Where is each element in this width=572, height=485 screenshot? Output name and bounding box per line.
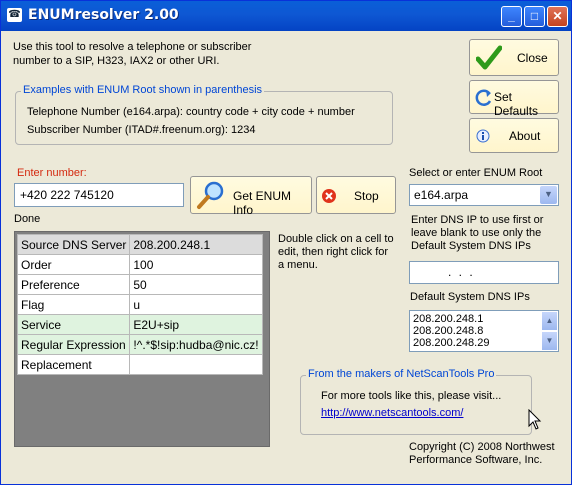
website-link[interactable]: http://www.netscantools.com/ (321, 407, 463, 419)
field-cell[interactable]: Service (16, 314, 131, 335)
checkmark-icon (476, 45, 502, 70)
value-cell[interactable]: 100 (129, 254, 263, 275)
table-row[interactable]: Order 100 (16, 254, 263, 275)
scroll-down-icon[interactable]: ▼ (542, 332, 557, 350)
maximize-button[interactable]: □ (524, 6, 545, 27)
value-cell[interactable]: 50 (129, 274, 263, 295)
stop-label: Stop (354, 189, 379, 203)
field-cell[interactable]: Replacement (16, 354, 131, 375)
makers-title: From the makers of NetScanTools Pro (306, 368, 497, 380)
example-line-2: Subscriber Number (ITAD#.freenum.org): 1… (27, 124, 256, 136)
list-item[interactable]: 208.200.248.8 (413, 325, 555, 337)
magnifier-icon (197, 181, 224, 209)
close-button[interactable]: Close (469, 39, 559, 76)
copyright-text: Copyright (C) 2008 Northwest Performance… (409, 441, 555, 466)
dns-instruction: Enter DNS IP to use first or leave blank… (411, 214, 544, 252)
makers-group (300, 375, 532, 435)
window-close-button[interactable]: ✕ (547, 6, 568, 27)
examples-title: Examples with ENUM Root shown in parenth… (21, 84, 265, 96)
field-cell[interactable]: Preference (16, 274, 131, 295)
enum-root-select[interactable]: e164.arpa ▼ (409, 184, 559, 206)
get-enum-info-button[interactable]: Get ENUM Info (190, 176, 312, 217)
examples-group (15, 91, 393, 145)
title-bar[interactable]: ☎ ENUMresolver 2.00 _ □ ✕ (1, 1, 571, 31)
minimize-button[interactable]: _ (501, 6, 522, 27)
close-button-label: Close (517, 51, 548, 65)
table-row[interactable]: Regular Expression !^.*$!sip:hudba@nic.c… (16, 334, 263, 355)
set-defaults-button[interactable]: Set Defaults (469, 80, 559, 118)
field-cell[interactable]: Source DNS Server (16, 234, 131, 255)
chevron-down-icon[interactable]: ▼ (540, 186, 557, 204)
table-row[interactable]: Preference 50 (16, 274, 263, 295)
get-enum-info-label: Get ENUM Info (233, 189, 292, 217)
value-cell[interactable]: u (129, 294, 263, 315)
number-input[interactable]: +420 222 745120 (14, 183, 184, 207)
enum-root-value: e164.arpa (414, 188, 469, 202)
info-icon (476, 129, 490, 143)
about-button[interactable]: About (469, 118, 559, 153)
example-line-1: Telephone Number (e164.arpa): country co… (27, 106, 355, 118)
mouse-cursor-icon (528, 409, 542, 430)
scroll-up-icon[interactable]: ▲ (542, 312, 557, 330)
field-cell[interactable]: Flag (16, 294, 131, 315)
table-row[interactable]: Flag u (16, 294, 263, 315)
enum-root-label: Select or enter ENUM Root (409, 167, 543, 179)
set-defaults-label: Set Defaults (494, 90, 539, 118)
list-item[interactable]: 208.200.248.1 (413, 313, 555, 325)
results-grid[interactable]: Source DNS Server 208.200.248.1 Order 10… (14, 231, 270, 447)
value-cell[interactable]: !^.*$!sip:hudba@nic.cz! (129, 334, 263, 355)
value-cell[interactable]: 208.200.248.1 (129, 234, 263, 255)
table-row[interactable]: Source DNS Server 208.200.248.1 (16, 234, 263, 255)
intro-text: Use this tool to resolve a telephone or … (13, 41, 252, 67)
about-label: About (509, 129, 541, 143)
status-text: Done (14, 213, 41, 225)
list-item[interactable]: 208.200.248.29 (413, 337, 555, 349)
field-cell[interactable]: Order (16, 254, 131, 275)
value-cell[interactable] (129, 354, 263, 375)
field-cell[interactable]: Regular Expression (16, 334, 131, 355)
table-row[interactable]: Service E2U+sip (16, 314, 263, 335)
table-row[interactable]: Replacement (16, 354, 263, 375)
value-cell[interactable]: E2U+sip (129, 314, 263, 335)
app-window: ☎ ENUMresolver 2.00 _ □ ✕ Use this tool … (0, 0, 572, 485)
edit-hint: Double click on a cell to edit, then rig… (278, 233, 394, 271)
phone-icon: ☎ (7, 8, 22, 22)
default-dns-list[interactable]: 208.200.248.1 208.200.248.8 208.200.248.… (409, 310, 559, 352)
stop-button[interactable]: Stop (316, 176, 396, 214)
stop-icon (322, 189, 336, 203)
default-dns-label: Default System DNS IPs (410, 291, 530, 303)
enter-number-label: Enter number: (17, 167, 87, 179)
refresh-icon (475, 89, 492, 106)
dns-ip-input[interactable]: . . . (409, 261, 559, 284)
makers-text: For more tools like this, please visit..… (321, 390, 502, 402)
window-title: ENUMresolver 2.00 (28, 7, 179, 23)
